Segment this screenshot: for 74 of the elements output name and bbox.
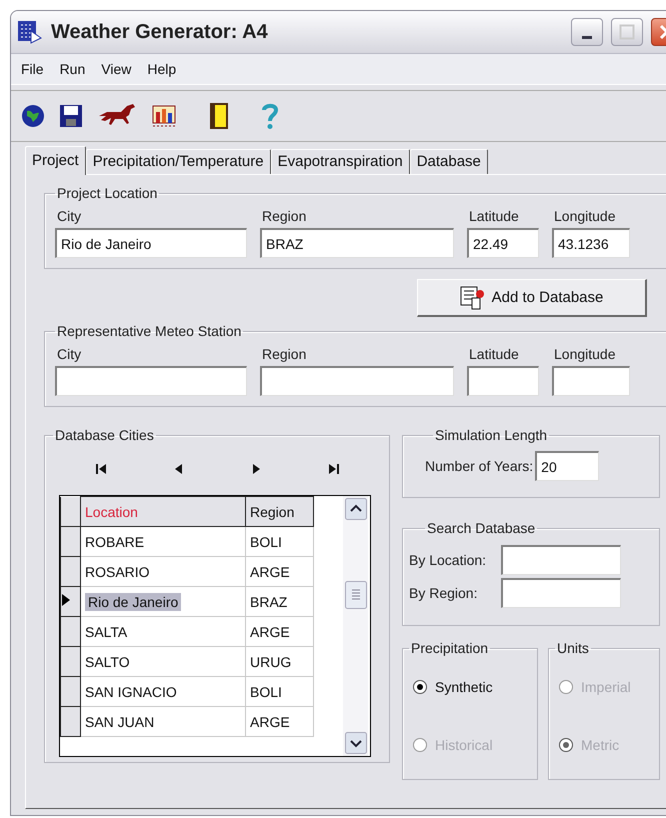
field-label: Region	[261, 207, 308, 226]
app-icon	[17, 19, 43, 45]
toolbar-button[interactable]	[59, 104, 83, 128]
bar-chart-icon	[151, 103, 177, 129]
text-field[interactable]	[501, 578, 621, 608]
group-title: Precipitation	[410, 640, 490, 656]
text-field[interactable]: 43.1236	[552, 228, 630, 258]
group-title: Project Location	[56, 185, 158, 201]
column-header[interactable]: Region	[246, 496, 314, 526]
menu-item[interactable]: Help	[141, 59, 182, 79]
field-label: Number of Years:	[424, 456, 534, 476]
help-icon	[261, 102, 279, 130]
tab[interactable]: Project	[25, 146, 86, 175]
field-label: By Region:	[409, 585, 478, 601]
text-field[interactable]: 20	[535, 451, 600, 481]
row-selector[interactable]	[60, 646, 80, 676]
scroll-down-icon[interactable]	[344, 732, 366, 754]
text-field[interactable]	[501, 545, 621, 575]
radio-option[interactable]: Synthetic	[409, 672, 493, 702]
group-title: Units	[556, 640, 590, 656]
scroll-thumb[interactable]	[344, 581, 366, 610]
field-label: City	[56, 207, 82, 226]
field-label: Latitude	[468, 345, 520, 364]
scroll-up-icon[interactable]	[344, 498, 366, 520]
group-title: Database Cities	[54, 427, 155, 443]
tab[interactable]: Database	[410, 149, 488, 174]
row-selector[interactable]	[60, 706, 80, 736]
text-field[interactable]: 22.49	[467, 228, 539, 258]
maximize-icon	[619, 24, 635, 40]
minimize-button[interactable]	[571, 18, 603, 46]
table-cell[interactable]: SALTA	[85, 624, 128, 640]
document-icon	[460, 286, 486, 310]
radio-button[interactable]	[413, 680, 427, 694]
toolbar-button[interactable]	[209, 102, 229, 130]
door-icon	[209, 102, 229, 130]
table-cell[interactable]: Rio de Janeiro	[85, 592, 182, 610]
field-label: By Location:	[409, 552, 488, 568]
table-cell[interactable]: SALTO	[85, 654, 130, 670]
row-selector[interactable]	[60, 676, 80, 706]
tab[interactable]: Evapotranspiration	[270, 149, 410, 174]
row-selector[interactable]	[60, 616, 80, 646]
column-header[interactable]: Location	[80, 496, 246, 526]
text-field[interactable]	[467, 366, 539, 396]
field-label: Longitude	[553, 345, 617, 364]
toolbar-button[interactable]	[21, 104, 45, 128]
grid-corner-cell	[60, 496, 80, 526]
group-title: Search Database	[426, 520, 536, 536]
toolbar-button[interactable]	[151, 103, 177, 129]
field-label: City	[56, 345, 82, 364]
maximize-button[interactable]	[611, 18, 643, 46]
text-field[interactable]	[552, 366, 630, 396]
current-row-icon	[61, 593, 71, 607]
menu-item[interactable]: Run	[54, 59, 92, 79]
minimize-icon	[582, 36, 592, 38]
menu-item[interactable]: View	[95, 59, 138, 79]
text-field[interactable]	[260, 366, 454, 396]
globe-icon	[21, 104, 45, 128]
field-label: Longitude	[553, 207, 617, 226]
window-title: Weather Generator: A4	[51, 20, 269, 44]
vertical-scrollbar[interactable]	[343, 496, 368, 756]
add-to-database-button[interactable]: Add to Database	[417, 279, 647, 317]
group-title: Representative Meteo Station	[56, 323, 242, 339]
table-cell[interactable]: ROBARE	[85, 534, 144, 550]
field-label: Region	[261, 345, 308, 364]
text-field[interactable]: Rio de Janeiro	[55, 228, 247, 258]
text-field[interactable]	[55, 366, 247, 396]
group-title: Simulation Length	[434, 427, 548, 443]
menu-item[interactable]: File	[15, 59, 50, 79]
tab[interactable]: Precipitation/Temperature	[86, 149, 271, 174]
text-field[interactable]: BRAZ	[260, 228, 454, 258]
field-label: Latitude	[468, 207, 520, 226]
row-selector[interactable]	[60, 556, 80, 586]
row-selector[interactable]	[60, 586, 80, 616]
row-selector[interactable]	[60, 526, 80, 556]
